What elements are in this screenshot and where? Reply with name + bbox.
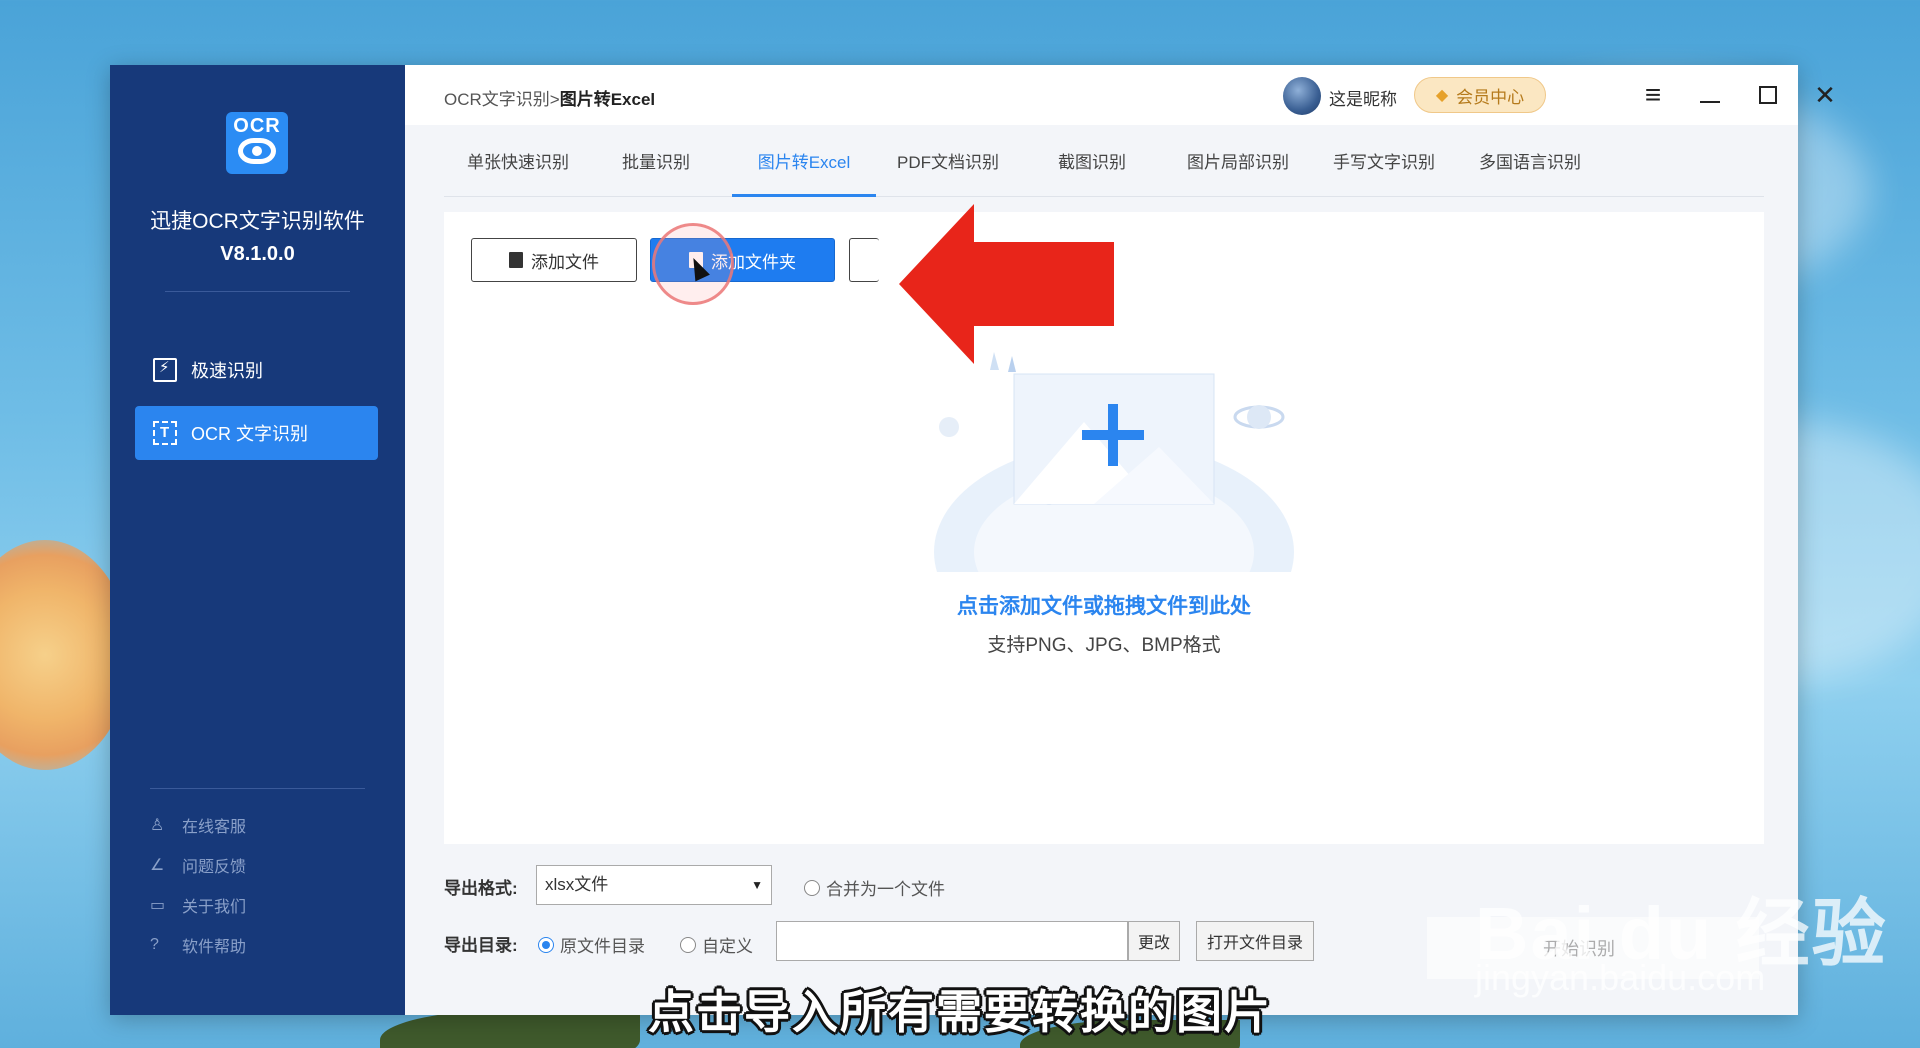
sidebar: OCR 迅捷OCR文字识别软件 V8.1.0.0 极速识别 OCR 文字识别 ♙… [110,65,405,1015]
dir-original-label: 原文件目录 [560,937,645,956]
dir-original-radio-dot [538,936,554,953]
sidebar-item-label: OCR 文字识别 [191,424,308,444]
logo-text: OCR [233,115,281,137]
diamond-icon: ◆ [1435,87,1449,104]
help-item-label: 在线客服 [182,819,247,836]
help-item-about[interactable]: ▭ 关于我们 [150,893,246,917]
tab-handwriting[interactable]: 手写文字识别 [1312,143,1456,197]
merge-radio-dot [804,879,820,896]
help-item-label: 软件帮助 [182,939,247,956]
breadcrumb-current: 图片转Excel [559,90,656,109]
vip-center-button[interactable]: ◆ 会员中心 [1414,77,1546,113]
dir-original-radio[interactable]: 原文件目录 [538,932,645,957]
user-icon: ♙ [150,817,165,834]
vip-label: 会员中心 [1456,87,1525,107]
help-item-feedback[interactable]: ∠ 问题反馈 [150,853,246,877]
help-item-label: 问题反馈 [182,859,247,876]
close-icon[interactable]: ✕ [1807,77,1843,113]
chevron-down-icon: ▼ [751,878,763,892]
export-format-select[interactable]: xlsx文件 ▼ [536,865,772,905]
open-dir-button[interactable]: 打开文件目录 [1196,921,1314,961]
tab-single-quick[interactable]: 单张快速识别 [444,143,592,197]
add-file-button[interactable]: 添加文件 [471,238,637,282]
chat-icon: ▭ [150,897,166,914]
main-area: OCR文字识别>图片转Excel 这是昵称 ◆ 会员中心 ≡ ✕ 单张快速识别 … [405,65,1836,1015]
merge-label: 合并为一个文件 [826,880,945,899]
merge-checkbox[interactable]: 合并为一个文件 [804,875,945,900]
tab-image-to-excel[interactable]: 图片转Excel [732,143,876,197]
sidebar-item-label: 极速识别 [191,361,263,381]
export-path-input[interactable] [776,921,1128,961]
tab-bar: 单张快速识别 批量识别 图片转Excel PDF文档识别 截图识别 图片局部识别… [444,143,1764,197]
help-item-label: 关于我们 [182,899,247,916]
change-dir-button[interactable]: 更改 [1128,921,1180,961]
sidebar-item-fast-recognize[interactable]: 极速识别 [135,343,378,397]
minimize-icon[interactable] [1692,77,1728,113]
edit-icon: ∠ [150,857,165,874]
app-logo: OCR [226,112,288,174]
drop-zone-title[interactable]: 点击添加文件或拖拽文件到此处 [444,590,1764,620]
add-file-label: 添加文件 [531,252,599,272]
dir-custom-radio-dot [680,936,696,953]
file-drop-panel[interactable]: 添加文件 添加文件夹 点击添加文件或拖拽文件到此处 支持PNG、JPG、BMP格… [444,204,1764,844]
eye-icon [238,138,276,164]
avatar[interactable] [1283,77,1321,115]
export-dir-label: 导出目录: [444,936,518,955]
help-item-online-service[interactable]: ♙ 在线客服 [150,813,246,837]
red-arrow-icon [899,204,1114,364]
fast-recognize-icon [153,358,177,382]
menu-icon[interactable]: ≡ [1635,77,1671,113]
tab-multi-language[interactable]: 多国语言识别 [1456,143,1604,197]
sidebar-item-ocr[interactable]: OCR 文字识别 [135,406,378,460]
sidebar-divider [150,788,365,789]
maximize-icon[interactable] [1750,77,1786,113]
help-item-help[interactable]: ? 软件帮助 [150,933,246,957]
breadcrumb-separator: > [549,90,560,109]
drop-zone-subtitle: 支持PNG、JPG、BMP格式 [987,635,1221,656]
export-format-label: 导出格式: [444,879,518,898]
export-format-value: xlsx文件 [545,875,609,894]
app-version: V8.1.0.0 [220,243,295,265]
app-window: OCR 迅捷OCR文字识别软件 V8.1.0.0 极速识别 OCR 文字识别 ♙… [110,65,1836,1015]
title-bar: OCR文字识别>图片转Excel 这是昵称 ◆ 会员中心 ≡ ✕ [405,65,1836,125]
ocr-scan-icon [153,421,177,445]
upload-illustration[interactable] [904,352,1324,572]
dir-custom-label: 自定义 [702,937,753,956]
tab-batch[interactable]: 批量识别 [592,143,720,197]
app-name: 迅捷OCR文字识别软件 [150,210,365,233]
nickname[interactable]: 这是昵称 [1329,85,1397,110]
breadcrumb-parent[interactable]: OCR文字识别 [444,90,550,109]
more-button[interactable] [849,238,879,282]
tab-pdf[interactable]: PDF文档识别 [876,143,1020,197]
tab-screenshot[interactable]: 截图识别 [1020,143,1164,197]
question-icon: ? [150,936,159,953]
sidebar-divider [165,291,350,292]
breadcrumb: OCR文字识别>图片转Excel [444,85,655,110]
dir-custom-radio[interactable]: 自定义 [680,932,753,957]
video-subtitle: 点击导入所有需要转换的图片 [648,986,1272,1038]
file-icon [509,252,523,268]
tab-partial-image[interactable]: 图片局部识别 [1164,143,1312,197]
